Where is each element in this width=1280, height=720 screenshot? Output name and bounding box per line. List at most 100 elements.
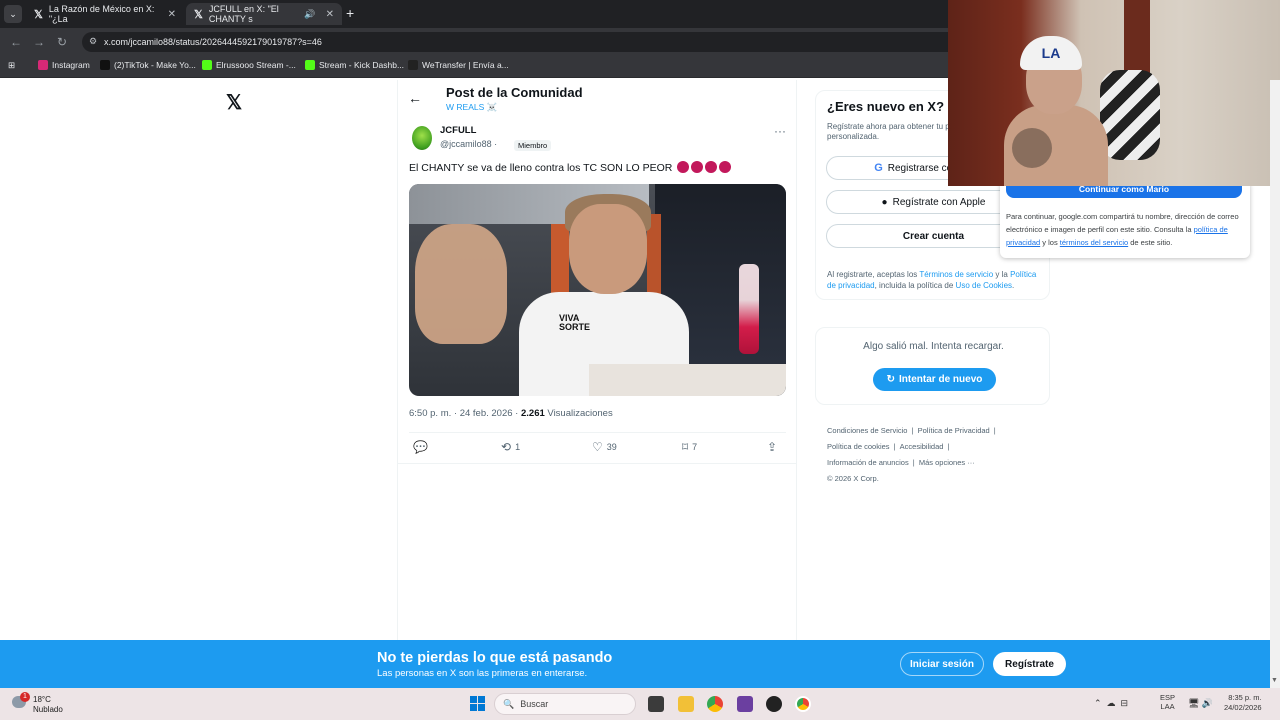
legal-text: Al registrarte, aceptas los Términos de … <box>827 270 1037 290</box>
member-badge: Miembro <box>514 140 552 151</box>
lang-layout: LAA <box>1160 702 1175 711</box>
author-handle[interactable]: @jccamilo88 · <box>440 139 497 149</box>
retry-button[interactable]: ↻ Intentar de nuevo <box>873 368 996 391</box>
back-arrow-icon[interactable]: ← <box>408 90 422 106</box>
media-app-icon[interactable] <box>737 696 753 712</box>
taskbar-search[interactable]: 🔍 Buscar <box>494 693 636 715</box>
popup-terms-link[interactable]: términos del servicio <box>1060 238 1128 247</box>
community-link[interactable]: W REALS ☠️ <box>446 102 497 113</box>
apps-icon[interactable]: ⊞ <box>8 60 15 71</box>
reload-icon[interactable]: ↻ <box>57 35 67 49</box>
new-tab-button[interactable]: + <box>346 6 354 20</box>
back-icon[interactable]: ← <box>10 35 22 49</box>
footer-link-terms[interactable]: Condiciones de Servicio <box>827 426 907 435</box>
close-tab-icon[interactable]: ✕ <box>168 9 176 20</box>
temperature: 18°C <box>33 695 51 704</box>
windows-taskbar: 1 18°C Nublado 🔍 Buscar ⌃ ☁ ⊟ ESP LAA 🖥 🔊 8… <box>0 688 1280 720</box>
footer-link-cookies[interactable]: Política de cookies <box>827 442 890 451</box>
login-button[interactable]: Iniciar sesión <box>900 652 984 676</box>
forward-icon[interactable]: → <box>33 35 45 49</box>
share-icon: ⇪ <box>767 440 778 454</box>
divider <box>409 432 786 433</box>
signup-title: ¿Eres nuevo en X? <box>827 99 945 114</box>
speaker-icon[interactable]: 🔊 <box>304 9 315 20</box>
tweet-text: El CHANTY se va de lleno contra los TC S… <box>409 161 732 174</box>
chrome-active-icon[interactable] <box>795 696 811 712</box>
more-options-icon[interactable]: ··· <box>774 124 786 138</box>
bookmark-wetransfer[interactable]: WeTransfer | Envía a... <box>408 60 509 70</box>
lang-code: ESP <box>1160 693 1176 702</box>
x-favicon-icon: 𝕏 <box>194 8 203 21</box>
bookmark-instagram[interactable]: Instagram <box>38 60 90 70</box>
shirt-text: SORTE <box>559 322 591 332</box>
webcam-chair <box>1100 70 1160 160</box>
bookmark-label: (2)TikTok - Make Yo... <box>114 60 196 70</box>
tweet-video[interactable]: VIVA SORTE <box>409 184 786 396</box>
views-label: Visualizaciones <box>547 408 613 419</box>
footer-link-more[interactable]: Más opciones ··· <box>919 458 975 467</box>
language-indicator[interactable]: ESP LAA <box>1160 693 1175 711</box>
footer-link-accessibility[interactable]: Accesibilidad <box>900 442 944 451</box>
legal-and: y la <box>995 270 1008 279</box>
emoji-icon <box>719 161 732 173</box>
bookmark-elrussooo[interactable]: Elrussooo Stream -... <box>202 60 296 70</box>
tab-title: JCFULL en X: "El CHANTY s <box>208 4 279 24</box>
tweet-date[interactable]: 24 feb. 2026 <box>460 408 513 419</box>
reply-button[interactable]: 💬 <box>413 440 428 454</box>
footer-link-ads-info[interactable]: Información de anuncios <box>827 458 909 467</box>
cookies-link[interactable]: Uso de Cookies <box>956 281 1012 290</box>
signup-button[interactable]: Regístrate <box>993 652 1066 676</box>
retweet-button[interactable]: ⟲ 1 <box>501 440 520 454</box>
page-scrollbar[interactable] <box>1270 80 1280 688</box>
task-view-icon[interactable] <box>648 696 664 712</box>
error-message: Algo salió mal. Intenta recargar. <box>863 341 1004 352</box>
terms-link[interactable]: Términos de servicio <box>919 270 993 279</box>
weather-condition: Nublado <box>33 705 63 714</box>
wetransfer-icon <box>408 60 418 70</box>
tab-jcfull[interactable]: 𝕏 JCFULL en X: "El CHANTY s 🔊 ✕ <box>186 3 342 25</box>
file-explorer-icon[interactable] <box>678 696 694 712</box>
google-popup-text: Para continuar, google.com compartirá tu… <box>1006 210 1244 249</box>
tab-search-button[interactable]: ⌄ <box>4 5 22 23</box>
like-count: 39 <box>606 442 617 452</box>
bookmark-kick-dashboard[interactable]: Stream - Kick Dashb... <box>305 60 404 70</box>
legal-mid: , incluida la política de <box>874 280 954 290</box>
obs-icon[interactable] <box>766 696 782 712</box>
copyright: © 2026 X Corp. <box>827 474 879 483</box>
chrome-icon[interactable] <box>707 696 723 712</box>
emoji-icon <box>705 161 718 173</box>
weather-text: 18°C Nublado <box>33 695 63 715</box>
video-bottle <box>739 264 759 354</box>
instagram-icon <box>38 60 48 70</box>
scroll-down-icon[interactable]: ▼ <box>1271 677 1278 684</box>
site-info-icon[interactable]: ⚙ <box>89 36 97 47</box>
footer-link-privacy[interactable]: Política de Privacidad <box>918 426 990 435</box>
close-tab-icon[interactable]: ✕ <box>326 9 334 20</box>
bookmark-label: Elrussooo Stream -... <box>216 60 296 70</box>
x-logo-icon[interactable]: 𝕏 <box>226 90 242 115</box>
views-count: 2.261 <box>520 408 545 419</box>
tweet-meta: 6:50 p. m. · 24 feb. 2026 · 2.261 Visual… <box>409 408 613 419</box>
retweet-icon: ⟲ <box>501 440 512 454</box>
retweet-count: 1 <box>515 442 521 452</box>
tweet-body: El CHANTY se va de lleno contra los TC S… <box>409 162 673 174</box>
clock[interactable]: 8:35 p. m. 24/02/2026 <box>1224 693 1262 713</box>
like-button[interactable]: ♡ 39 <box>592 440 617 454</box>
avatar[interactable] <box>412 126 432 150</box>
tab-la-razon[interactable]: 𝕏 La Razón de México en X: "¿La ✕ <box>26 3 184 25</box>
webcam-cap: LA <box>1020 36 1082 70</box>
apple-icon: ● <box>881 196 888 208</box>
bookmark-button[interactable]: ⌑ 7 <box>682 440 697 454</box>
author-name[interactable]: JCFULL <box>440 125 476 136</box>
url-bar[interactable]: ⚙ x.com/jccamilo88/status/20264445921790… <box>82 32 982 52</box>
bookmark-icon: ⌑ <box>682 440 689 454</box>
bookmark-tiktok[interactable]: (2)TikTok - Make Yo... <box>100 60 196 70</box>
clock-time: 8:35 p. m. <box>1228 693 1262 702</box>
share-button[interactable]: ⇪ <box>767 440 777 454</box>
system-tray[interactable]: ⌃ ☁ ⊟ <box>1094 698 1128 709</box>
main-column: ← Post de la Comunidad W REALS ☠️ JCFULL… <box>397 80 797 640</box>
tweet-time[interactable]: 6:50 p. m. <box>409 408 451 419</box>
network-sound-icons[interactable]: 🖥 🔊 <box>1188 698 1213 709</box>
windows-start-icon[interactable] <box>470 696 485 711</box>
retry-label: Intentar de nuevo <box>899 374 983 385</box>
